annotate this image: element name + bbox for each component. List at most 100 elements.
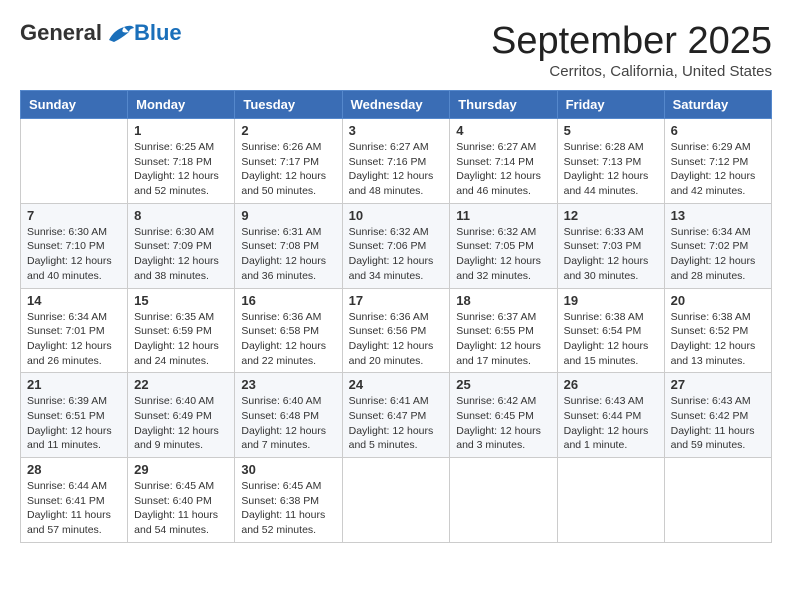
weekday-header-saturday: Saturday [664,91,771,119]
day-number: 7 [27,208,121,223]
logo-blue-text: Blue [134,20,182,46]
calendar-cell: 14Sunrise: 6:34 AM Sunset: 7:01 PM Dayli… [21,288,128,373]
calendar-cell: 3Sunrise: 6:27 AM Sunset: 7:16 PM Daylig… [342,119,450,204]
day-number: 17 [349,293,444,308]
day-number: 28 [27,462,121,477]
day-info: Sunrise: 6:30 AM Sunset: 7:09 PM Dayligh… [134,225,228,284]
calendar-week-4: 21 Sunrise: 6:39 AM Sunset: 6:51 PM Dayli… [21,373,772,458]
calendar-cell: 1 Sunrise: 6:25 AM Sunset: 7:18 PM Daylig… [128,119,235,204]
day-info: Sunrise: 6:26 AM Sunset: 7:17 PM Dayligh… [241,140,335,199]
day-info: Sunrise: 6:37 AM Sunset: 6:55 PM Dayligh… [456,310,550,369]
day-number: 8 [134,208,228,223]
weekday-header-tuesday: Tuesday [235,91,342,119]
day-number: 2 [241,123,335,138]
calendar-cell: 16Sunrise: 6:36 AM Sunset: 6:58 PM Dayli… [235,288,342,373]
weekday-header-friday: Friday [557,91,664,119]
day-info: Sunrise: 6:42 AM Sunset: 6:45 PM Dayligh… [456,394,550,453]
day-number: 26 [564,377,658,392]
calendar-table: SundayMondayTuesdayWednesdayThursdayFrid… [20,90,772,543]
weekday-header-row: SundayMondayTuesdayWednesdayThursdayFrid… [21,91,772,119]
page-header: General Blue September 2025 Cerritos, Ca… [20,20,772,80]
day-info: Sunrise: 6:45 AM Sunset: 6:38 PM Dayligh… [241,479,335,538]
calendar-week-1: 1 Sunrise: 6:25 AM Sunset: 7:18 PM Daylig… [21,119,772,204]
day-info: Sunrise: 6:36 AM Sunset: 6:58 PM Dayligh… [241,310,335,369]
calendar-cell: 12 Sunrise: 6:33 AM Sunset: 7:03 PM Dayli… [557,203,664,288]
calendar-cell: 6Sunrise: 6:29 AM Sunset: 7:12 PM Daylig… [664,119,771,204]
day-number: 27 [671,377,765,392]
day-info: Sunrise: 6:34 AM Sunset: 7:02 PM Dayligh… [671,225,765,284]
day-info: Sunrise: 6:40 AM Sunset: 6:48 PM Dayligh… [241,394,335,453]
day-number: 25 [456,377,550,392]
calendar-week-2: 7 Sunrise: 6:30 AM Sunset: 7:10 PM Daylig… [21,203,772,288]
logo-bird-icon [104,22,134,44]
calendar-cell [450,458,557,543]
calendar-week-5: 28Sunrise: 6:44 AM Sunset: 6:41 PM Dayli… [21,458,772,543]
weekday-header-wednesday: Wednesday [342,91,450,119]
day-info: Sunrise: 6:31 AM Sunset: 7:08 PM Dayligh… [241,225,335,284]
day-info: Sunrise: 6:40 AM Sunset: 6:49 PM Dayligh… [134,394,228,453]
day-info: Sunrise: 6:30 AM Sunset: 7:10 PM Dayligh… [27,225,121,284]
logo: General Blue [20,20,182,46]
calendar-cell [21,119,128,204]
day-number: 9 [241,208,335,223]
month-title: September 2025 [491,20,772,63]
day-number: 21 [27,377,121,392]
calendar-cell: 29 Sunrise: 6:45 AM Sunset: 6:40 PM Dayli… [128,458,235,543]
day-info: Sunrise: 6:32 AM Sunset: 7:05 PM Dayligh… [456,225,550,284]
weekday-header-thursday: Thursday [450,91,557,119]
calendar-cell: 25 Sunrise: 6:42 AM Sunset: 6:45 PM Dayli… [450,373,557,458]
day-number: 30 [241,462,335,477]
day-number: 23 [241,377,335,392]
day-info: Sunrise: 6:43 AM Sunset: 6:42 PM Dayligh… [671,394,765,453]
weekday-header-sunday: Sunday [21,91,128,119]
calendar-week-3: 14Sunrise: 6:34 AM Sunset: 7:01 PM Dayli… [21,288,772,373]
day-number: 1 [134,123,228,138]
calendar-cell: 20Sunrise: 6:38 AM Sunset: 6:52 PM Dayli… [664,288,771,373]
calendar-cell: 8 Sunrise: 6:30 AM Sunset: 7:09 PM Daylig… [128,203,235,288]
calendar-cell: 21 Sunrise: 6:39 AM Sunset: 6:51 PM Dayli… [21,373,128,458]
logo-general-text: General [20,20,102,46]
calendar-cell: 5 Sunrise: 6:28 AM Sunset: 7:13 PM Daylig… [557,119,664,204]
calendar-cell: 27 Sunrise: 6:43 AM Sunset: 6:42 PM Dayli… [664,373,771,458]
day-info: Sunrise: 6:36 AM Sunset: 6:56 PM Dayligh… [349,310,444,369]
calendar-cell: 13 Sunrise: 6:34 AM Sunset: 7:02 PM Dayli… [664,203,771,288]
day-number: 19 [564,293,658,308]
day-info: Sunrise: 6:28 AM Sunset: 7:13 PM Dayligh… [564,140,658,199]
calendar-cell [664,458,771,543]
day-info: Sunrise: 6:25 AM Sunset: 7:18 PM Dayligh… [134,140,228,199]
calendar-cell: 9 Sunrise: 6:31 AM Sunset: 7:08 PM Daylig… [235,203,342,288]
calendar-cell [342,458,450,543]
day-info: Sunrise: 6:38 AM Sunset: 6:54 PM Dayligh… [564,310,658,369]
calendar-cell [557,458,664,543]
day-info: Sunrise: 6:41 AM Sunset: 6:47 PM Dayligh… [349,394,444,453]
calendar-cell: 7 Sunrise: 6:30 AM Sunset: 7:10 PM Daylig… [21,203,128,288]
calendar-cell: 23 Sunrise: 6:40 AM Sunset: 6:48 PM Dayli… [235,373,342,458]
day-number: 15 [134,293,228,308]
calendar-cell: 17 Sunrise: 6:36 AM Sunset: 6:56 PM Dayli… [342,288,450,373]
calendar-cell: 2 Sunrise: 6:26 AM Sunset: 7:17 PM Daylig… [235,119,342,204]
day-number: 22 [134,377,228,392]
day-info: Sunrise: 6:29 AM Sunset: 7:12 PM Dayligh… [671,140,765,199]
day-number: 4 [456,123,550,138]
day-info: Sunrise: 6:38 AM Sunset: 6:52 PM Dayligh… [671,310,765,369]
day-info: Sunrise: 6:33 AM Sunset: 7:03 PM Dayligh… [564,225,658,284]
day-info: Sunrise: 6:39 AM Sunset: 6:51 PM Dayligh… [27,394,121,453]
day-number: 14 [27,293,121,308]
calendar-cell: 15Sunrise: 6:35 AM Sunset: 6:59 PM Dayli… [128,288,235,373]
calendar-cell: 22 Sunrise: 6:40 AM Sunset: 6:49 PM Dayli… [128,373,235,458]
calendar-cell: 19 Sunrise: 6:38 AM Sunset: 6:54 PM Dayli… [557,288,664,373]
day-number: 12 [564,208,658,223]
day-number: 13 [671,208,765,223]
day-number: 24 [349,377,444,392]
day-info: Sunrise: 6:45 AM Sunset: 6:40 PM Dayligh… [134,479,228,538]
calendar-cell: 24 Sunrise: 6:41 AM Sunset: 6:47 PM Dayli… [342,373,450,458]
weekday-header-monday: Monday [128,91,235,119]
day-info: Sunrise: 6:32 AM Sunset: 7:06 PM Dayligh… [349,225,444,284]
day-number: 5 [564,123,658,138]
calendar-cell: 28Sunrise: 6:44 AM Sunset: 6:41 PM Dayli… [21,458,128,543]
location-subtitle: Cerritos, California, United States [491,63,772,80]
day-number: 29 [134,462,228,477]
day-info: Sunrise: 6:27 AM Sunset: 7:14 PM Dayligh… [456,140,550,199]
day-number: 11 [456,208,550,223]
day-info: Sunrise: 6:27 AM Sunset: 7:16 PM Dayligh… [349,140,444,199]
